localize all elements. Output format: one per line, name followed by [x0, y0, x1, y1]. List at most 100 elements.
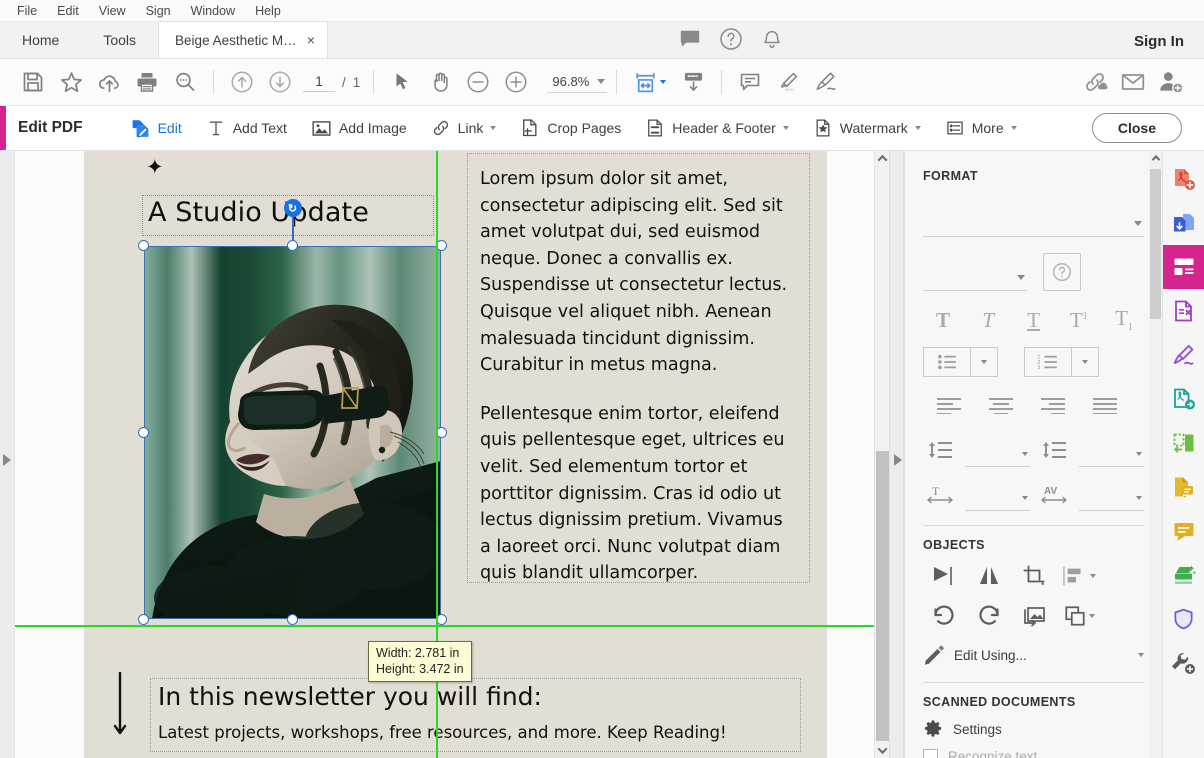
align-justify-icon[interactable] — [1079, 389, 1131, 423]
subscript-icon[interactable]: T1 — [1104, 303, 1144, 337]
header-footer-button[interactable]: Header & Footer — [636, 113, 798, 143]
chevron-down-icon[interactable] — [1134, 221, 1142, 226]
menu-view[interactable]: View — [90, 2, 135, 20]
link-button[interactable]: Link — [422, 113, 506, 143]
send-for-comments-icon[interactable] — [1163, 377, 1204, 421]
comment-bubble-icon[interactable] — [679, 28, 701, 50]
chevron-down-icon[interactable] — [1136, 495, 1142, 500]
paragraph-spacing-select[interactable] — [1079, 441, 1144, 467]
highlight-icon[interactable] — [769, 63, 807, 101]
add-image-button[interactable]: Add Image — [302, 113, 416, 144]
numbered-list-icon[interactable]: 123 — [1024, 347, 1072, 377]
chevron-down-icon[interactable] — [1010, 126, 1017, 130]
zoom-out-icon[interactable] — [459, 63, 497, 101]
chevron-down-icon[interactable] — [597, 78, 606, 84]
star-icon[interactable] — [52, 63, 90, 101]
resize-handle-bottom-left[interactable] — [138, 614, 149, 625]
chevron-down-icon[interactable] — [1021, 495, 1028, 500]
sign-in-button[interactable]: Sign In — [1134, 33, 1184, 58]
horizontal-scale-select[interactable] — [964, 485, 1030, 511]
recognize-text-checkbox[interactable] — [923, 749, 938, 758]
zoom-control[interactable]: 96.8% — [547, 72, 608, 93]
help-icon[interactable] — [719, 27, 743, 51]
resize-handle-top-left[interactable] — [138, 240, 149, 251]
comment-tool-icon[interactable] — [1163, 509, 1204, 553]
arrange-icon[interactable] — [1058, 600, 1100, 632]
zoom-in-icon[interactable] — [497, 63, 535, 101]
expand-left-panel-icon[interactable] — [3, 454, 11, 466]
bulleted-list-icon[interactable] — [923, 347, 971, 377]
resize-handle-top-center[interactable] — [287, 240, 298, 251]
search-icon[interactable] — [166, 63, 204, 101]
left-navigation-strip[interactable] — [0, 151, 15, 758]
notifications-bell-icon[interactable] — [761, 28, 783, 50]
tab-tools[interactable]: Tools — [81, 21, 158, 58]
scroll-down-button[interactable] — [875, 743, 890, 758]
body-text-bounding-box[interactable]: Lorem ipsum dolor sit amet, consectetur … — [467, 153, 810, 583]
crop-pages-button[interactable]: Crop Pages — [511, 113, 630, 143]
line-spacing-select[interactable] — [964, 441, 1030, 467]
format-scroll-up-button[interactable] — [1149, 151, 1162, 165]
format-panel-scrollbar[interactable] — [1149, 151, 1162, 758]
organize-pages-icon[interactable] — [1163, 421, 1204, 465]
scrollbar-thumb[interactable] — [876, 451, 889, 741]
align-right-icon[interactable] — [1027, 389, 1079, 423]
edit-using-button[interactable]: Edit Using... — [923, 644, 1144, 666]
combine-files-icon[interactable] — [1163, 201, 1204, 245]
comment-icon[interactable] — [731, 63, 769, 101]
request-signatures-icon[interactable] — [1163, 465, 1204, 509]
previous-page-icon[interactable] — [223, 63, 261, 101]
page-number-input[interactable] — [303, 72, 335, 92]
menu-sign[interactable]: Sign — [137, 2, 180, 20]
scroll-up-button[interactable] — [875, 151, 890, 166]
scan-and-ocr-icon[interactable] — [1163, 553, 1204, 597]
italic-icon[interactable]: T — [968, 303, 1008, 337]
resize-handle-bottom-center[interactable] — [287, 614, 298, 625]
right-panel-collapse-strip[interactable] — [889, 151, 904, 758]
create-pdf-icon[interactable] — [1163, 157, 1204, 201]
close-button[interactable]: Close — [1091, 113, 1182, 143]
chevron-down-icon[interactable] — [1082, 360, 1088, 364]
bold-icon[interactable]: T — [923, 303, 963, 337]
fill-and-sign-icon[interactable] — [1163, 333, 1204, 377]
sign-icon[interactable] — [807, 63, 845, 101]
edit-pdf-icon[interactable] — [1162, 245, 1204, 289]
email-icon[interactable] — [1114, 63, 1152, 101]
bottom-subtext[interactable]: Latest projects, workshops, free resourc… — [158, 723, 727, 742]
numbered-list-options-icon[interactable] — [1072, 347, 1099, 377]
chevron-down-icon[interactable] — [1138, 653, 1144, 657]
chevron-down-icon[interactable] — [1136, 451, 1142, 456]
upload-cloud-icon[interactable] — [90, 63, 128, 101]
align-left-icon[interactable] — [923, 389, 975, 423]
more-button[interactable]: More — [936, 113, 1026, 143]
help-icon[interactable] — [1043, 253, 1081, 291]
tab-home[interactable]: Home — [0, 21, 81, 58]
rotate-handle[interactable]: ↻ — [283, 199, 302, 217]
chevron-down-icon[interactable] — [914, 126, 921, 130]
hand-tool-icon[interactable] — [421, 63, 459, 101]
chevron-down-icon[interactable] — [1021, 451, 1028, 456]
chevron-down-icon[interactable] — [1089, 574, 1096, 578]
horizontal-scale-icon[interactable]: T — [923, 477, 957, 511]
recognize-text-row[interactable]: Recognize text — [923, 749, 1144, 758]
chevron-down-icon[interactable] — [782, 126, 789, 130]
flip-horizontal-icon[interactable] — [968, 560, 1010, 592]
close-icon[interactable]: × — [307, 33, 315, 47]
more-tools-icon[interactable] — [1163, 641, 1204, 685]
font-size-select[interactable] — [923, 265, 1027, 291]
protect-icon[interactable] — [1163, 597, 1204, 641]
resize-handle-middle-left[interactable] — [138, 427, 149, 438]
selected-image-object[interactable]: ↻ — [138, 199, 447, 625]
menu-file[interactable]: File — [8, 2, 46, 20]
export-pdf-icon[interactable] — [1163, 289, 1204, 333]
tab-document[interactable]: Beige Aesthetic Ma... × — [158, 21, 329, 58]
chevron-down-icon[interactable] — [981, 360, 987, 364]
fit-page-icon[interactable] — [626, 63, 664, 101]
rotate-clockwise-icon[interactable] — [968, 600, 1010, 632]
next-page-icon[interactable] — [261, 63, 299, 101]
menu-help[interactable]: Help — [246, 2, 290, 20]
menu-window[interactable]: Window — [182, 2, 244, 20]
document-viewport[interactable]: ✦ A Studio Update Lorem ipsum dolor sit … — [15, 151, 874, 758]
replace-image-icon[interactable] — [1013, 600, 1055, 632]
rotate-counterclockwise-icon[interactable] — [923, 600, 965, 632]
